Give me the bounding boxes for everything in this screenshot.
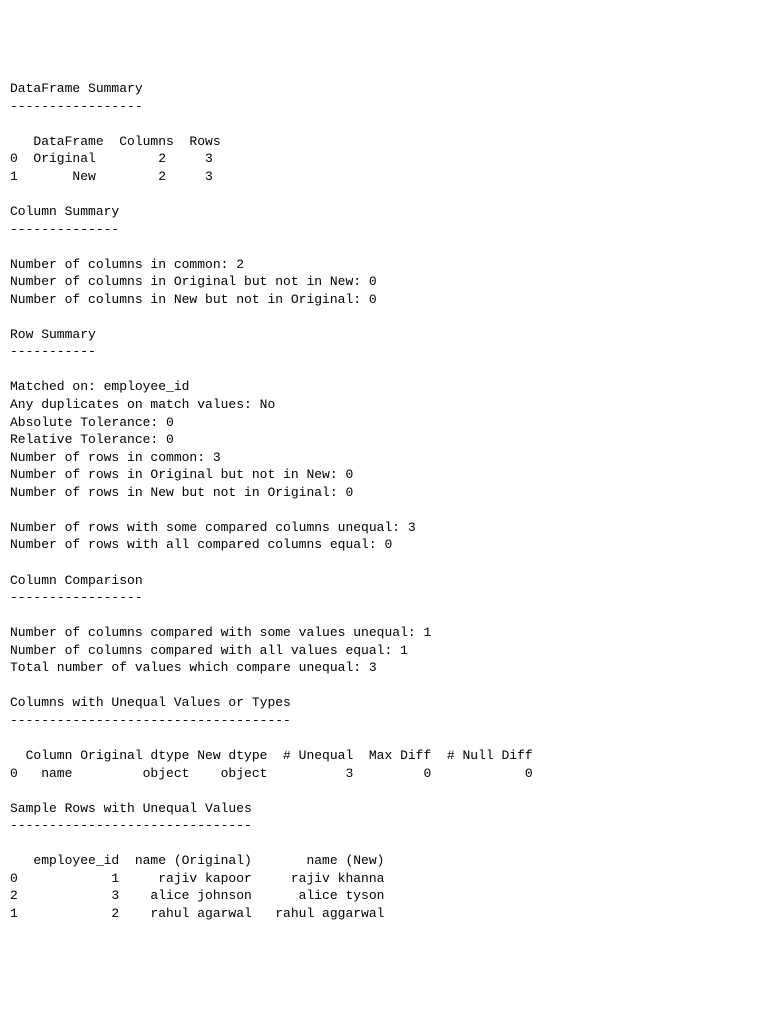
unequal-cols-underline: ------------------------------------ <box>10 713 291 728</box>
unequal-cols-row: 0 name object object 3 0 0 <box>10 766 533 781</box>
report-output: DataFrame Summary ----------------- Data… <box>10 80 752 922</box>
row-summary-line: Absolute Tolerance: 0 <box>10 415 174 430</box>
unequal-cols-title: Columns with Unequal Values or Types <box>10 695 291 710</box>
row-summary-line: Number of rows with some compared column… <box>10 520 416 535</box>
column-comparison-line: Total number of values which compare une… <box>10 660 377 675</box>
column-summary-line: Number of columns in Original but not in… <box>10 274 377 289</box>
column-comparison-underline: ----------------- <box>10 590 143 605</box>
column-comparison-line: Number of columns compared with some val… <box>10 625 431 640</box>
sample-rows-row: 0 1 rajiv kapoor rajiv khanna <box>10 871 384 886</box>
dataframe-summary-header: DataFrame Columns Rows <box>10 134 221 149</box>
row-summary-line: Number of rows in New but not in Origina… <box>10 485 353 500</box>
sample-rows-row: 2 3 alice johnson alice tyson <box>10 888 384 903</box>
column-summary-title: Column Summary <box>10 204 119 219</box>
sample-rows-underline: ------------------------------- <box>10 818 252 833</box>
dataframe-summary-title: DataFrame Summary <box>10 81 143 96</box>
row-summary-line: Number of rows in common: 3 <box>10 450 221 465</box>
column-comparison-line: Number of columns compared with all valu… <box>10 643 408 658</box>
dataframe-summary-row: 0 Original 2 3 <box>10 151 213 166</box>
dataframe-summary-row: 1 New 2 3 <box>10 169 213 184</box>
row-summary-underline: ----------- <box>10 344 96 359</box>
column-summary-line: Number of columns in common: 2 <box>10 257 244 272</box>
row-summary-line: Any duplicates on match values: No <box>10 397 275 412</box>
row-summary-line: Number of rows in Original but not in Ne… <box>10 467 353 482</box>
row-summary-title: Row Summary <box>10 327 96 342</box>
column-comparison-title: Column Comparison <box>10 573 143 588</box>
sample-rows-header: employee_id name (Original) name (New) <box>10 853 384 868</box>
unequal-cols-header: Column Original dtype New dtype # Unequa… <box>10 748 533 763</box>
sample-rows-title: Sample Rows with Unequal Values <box>10 801 252 816</box>
row-summary-line: Matched on: employee_id <box>10 379 189 394</box>
row-summary-line: Number of rows with all compared columns… <box>10 537 392 552</box>
sample-rows-row: 1 2 rahul agarwal rahul aggarwal <box>10 906 384 921</box>
row-summary-line: Relative Tolerance: 0 <box>10 432 174 447</box>
dataframe-summary-underline: ----------------- <box>10 99 143 114</box>
column-summary-line: Number of columns in New but not in Orig… <box>10 292 377 307</box>
column-summary-underline: -------------- <box>10 222 119 237</box>
